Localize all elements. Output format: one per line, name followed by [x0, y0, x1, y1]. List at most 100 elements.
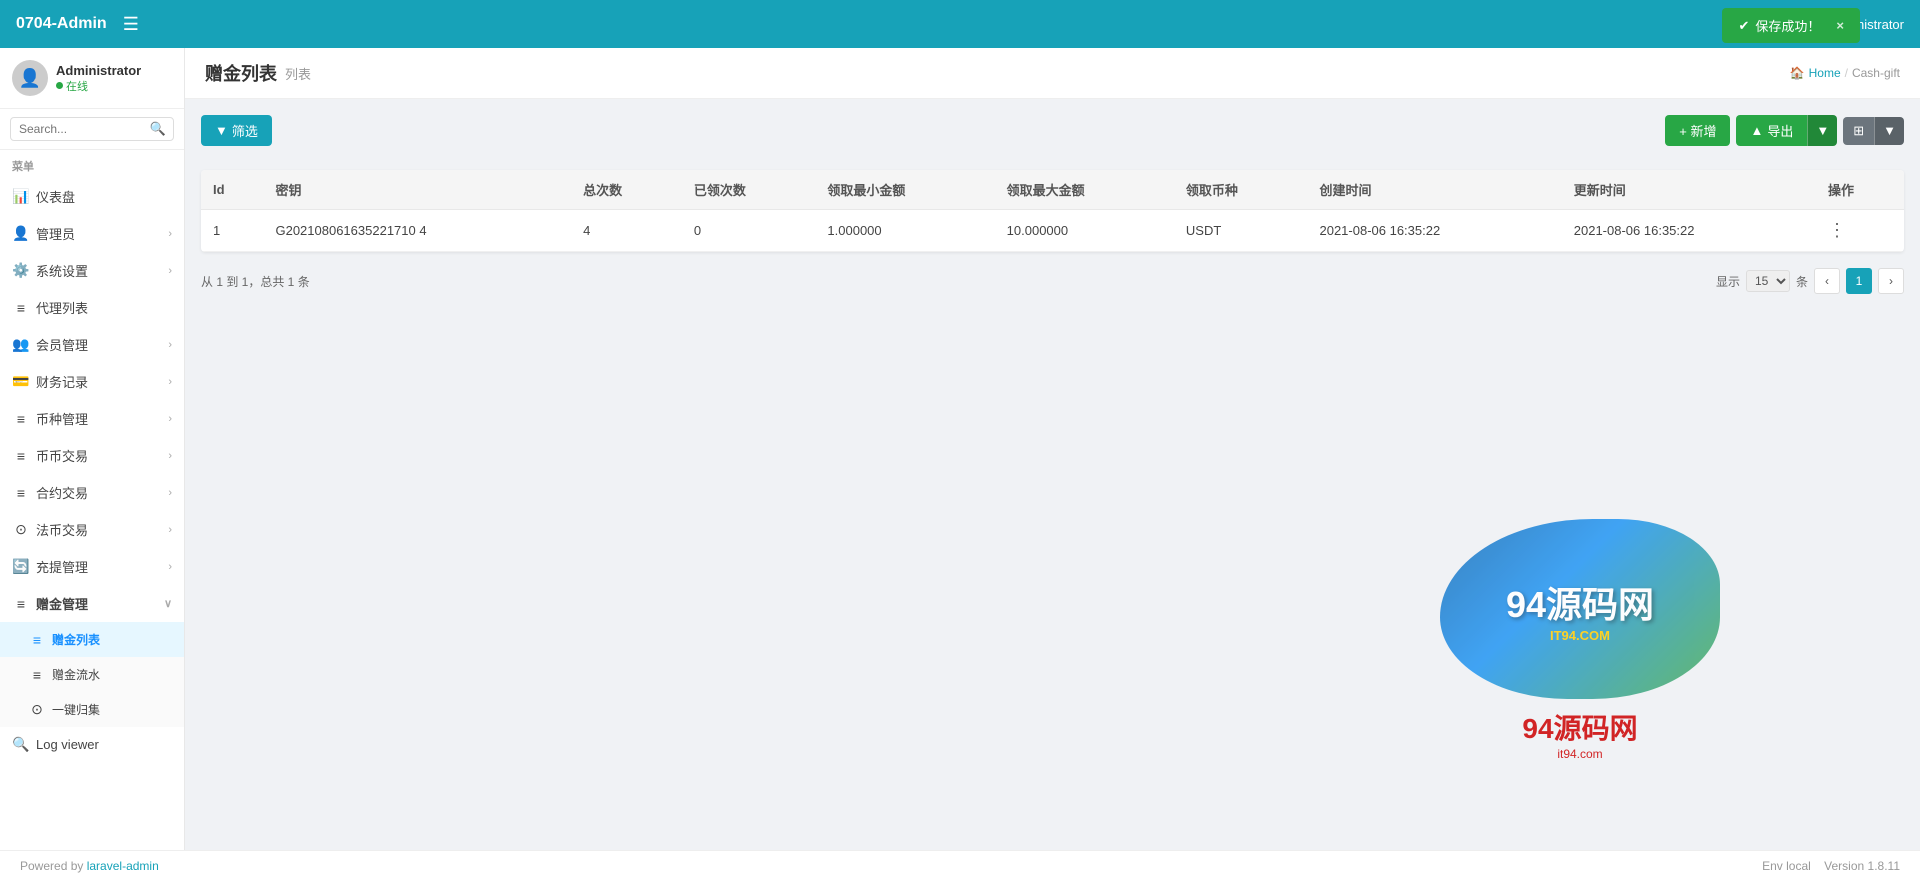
new-button[interactable]: + 新增	[1665, 115, 1730, 146]
sidebar-item-finance[interactable]: 💳 财务记录 ›	[0, 363, 184, 400]
sidebar-item-label: 充提管理	[36, 557, 88, 576]
footer: Powered by laravel-admin Env local Versi…	[0, 850, 1920, 881]
chevron-right-icon: ›	[168, 524, 172, 536]
sidebar-item-gift-flow[interactable]: ≡ 赠金流水	[0, 657, 184, 692]
main-content: 赠金列表 列表 🏠 Home / Cash-gift ▼ 筛选	[185, 48, 1920, 850]
col-claimed: 已领次数	[682, 170, 816, 210]
online-status: 在线	[56, 78, 141, 94]
breadcrumb-bar: 赠金列表 列表 🏠 Home / Cash-gift	[185, 48, 1920, 99]
filter-bar: ▼ 筛选	[201, 115, 272, 146]
sidebar-item-admin[interactable]: 👤 管理员 ›	[0, 215, 184, 252]
system-icon: ⚙️	[12, 262, 30, 279]
export-icon: ▲	[1750, 123, 1763, 138]
app-logo: 0704-Admin	[16, 15, 107, 33]
finance-icon: 💳	[12, 373, 30, 390]
content-area: ▼ 筛选 + 新增 ▲ 导出 ▼ ⊞	[185, 115, 1920, 314]
export-button[interactable]: ▲ 导出	[1736, 115, 1807, 146]
chevron-right-icon: ›	[168, 487, 172, 499]
col-created: 创建时间	[1307, 170, 1561, 210]
currency-icon: ≡	[12, 411, 30, 427]
breadcrumb-home-link[interactable]: Home	[1809, 66, 1841, 80]
next-page-button[interactable]: ›	[1878, 268, 1904, 294]
hamburger-icon[interactable]: ☰	[123, 14, 139, 35]
sidebar-item-gift[interactable]: ≡ 赠金管理 ∨	[0, 585, 184, 622]
cols-button[interactable]: ⊞	[1843, 117, 1874, 145]
cols-dropdown-button[interactable]: ▼	[1874, 117, 1904, 145]
toast-close-button[interactable]: ×	[1836, 18, 1844, 33]
prev-page-button[interactable]: ‹	[1814, 268, 1840, 294]
status-dot-icon	[56, 82, 63, 89]
cell-max-amount: 10.000000	[995, 210, 1174, 252]
search-box: 🔍	[0, 109, 184, 150]
dashboard-icon: 📊	[12, 188, 30, 205]
chevron-right-icon: ›	[168, 561, 172, 573]
fiat-icon: ⊙	[12, 521, 30, 538]
chevron-right-icon: ›	[168, 376, 172, 388]
page-title: 赠金列表	[205, 60, 277, 86]
sidebar-item-collect[interactable]: ⊙ 一键归集	[0, 692, 184, 727]
cell-action[interactable]: ⋮	[1816, 210, 1904, 252]
sidebar-item-contract[interactable]: ≡ 合约交易 ›	[0, 474, 184, 511]
sidebar-item-trade[interactable]: ≡ 币币交易 ›	[0, 437, 184, 474]
sidebar-item-label: 赠金流水	[52, 666, 100, 683]
breadcrumb-current: Cash-gift	[1852, 66, 1900, 80]
table-container: Id 密钥 总次数 已领次数 领取最小金额 领取最大金额 领取币种 创建时间 更…	[201, 170, 1904, 252]
cell-total: 4	[571, 210, 682, 252]
sidebar-item-logviewer[interactable]: 🔍 Log viewer	[0, 727, 184, 762]
col-currency: 领取币种	[1174, 170, 1308, 210]
toast-check-icon: ✔	[1738, 18, 1749, 34]
filter-button[interactable]: ▼ 筛选	[201, 115, 272, 146]
sidebar-username: Administrator	[56, 63, 141, 78]
chevron-right-icon: ›	[168, 228, 172, 240]
col-id: Id	[201, 170, 263, 210]
col-updated: 更新时间	[1562, 170, 1816, 210]
laravel-admin-link[interactable]: laravel-admin	[87, 859, 159, 873]
sidebar-item-label: 币种管理	[36, 409, 88, 428]
home-icon: 🏠	[1790, 66, 1805, 80]
sidebar: 👤 Administrator 在线 🔍 菜单 📊 仪表盘 👤	[0, 48, 185, 850]
sidebar-item-label: 管理员	[36, 224, 75, 243]
display-label: 显示	[1716, 273, 1740, 290]
table-body: 1 G202108061635221710 4 4 0 1.000000 10.…	[201, 210, 1904, 252]
sidebar-item-currency[interactable]: ≡ 币种管理 ›	[0, 400, 184, 437]
cell-currency: USDT	[1174, 210, 1308, 252]
filter-icon: ▼	[215, 123, 228, 138]
export-dropdown-button[interactable]: ▼	[1807, 115, 1837, 146]
sidebar-item-label: 合约交易	[36, 483, 88, 502]
member-icon: 👥	[12, 336, 30, 353]
pagination-info: 从 1 到 1，总共 1 条	[201, 273, 310, 290]
sidebar-item-label: 系统设置	[36, 261, 88, 280]
sidebar-item-system[interactable]: ⚙️ 系统设置 ›	[0, 252, 184, 289]
chevron-right-icon: ›	[168, 450, 172, 462]
env-label: Env local	[1762, 859, 1811, 873]
page-size-select[interactable]: 15 30 50	[1746, 270, 1790, 292]
cols-icon: ⊞	[1853, 123, 1864, 139]
breadcrumb-separator: /	[1845, 66, 1848, 80]
sidebar-section-label: 菜单	[0, 150, 184, 178]
chevron-right-icon: ›	[168, 265, 172, 277]
trade-icon: ≡	[12, 448, 30, 464]
page-1-button[interactable]: 1	[1846, 268, 1872, 294]
top-header: 0704-Admin ☰ 👤 Administrator	[0, 0, 1920, 48]
avatar: 👤	[12, 60, 48, 96]
chevron-right-icon: ›	[168, 413, 172, 425]
sidebar-item-label: 仪表盘	[36, 187, 75, 206]
toast-message: 保存成功！	[1755, 16, 1820, 35]
cols-group: ⊞ ▼	[1843, 117, 1904, 145]
cell-id: 1	[201, 210, 263, 252]
sidebar-item-label: 法币交易	[36, 520, 88, 539]
sidebar-item-label: 赠金列表	[52, 631, 100, 648]
sidebar-item-recharge[interactable]: 🔄 充提管理 ›	[0, 548, 184, 585]
sidebar-item-agent[interactable]: ≡ 代理列表	[0, 289, 184, 326]
col-total: 总次数	[571, 170, 682, 210]
sidebar-item-dashboard[interactable]: 📊 仪表盘	[0, 178, 184, 215]
cell-created: 2021-08-06 16:35:22	[1307, 210, 1561, 252]
toolbar: + 新增 ▲ 导出 ▼ ⊞ ▼	[1665, 115, 1904, 146]
sidebar-item-fiat[interactable]: ⊙ 法币交易 ›	[0, 511, 184, 548]
pagination-bar: 从 1 到 1，总共 1 条 显示 15 30 50 条 ‹ 1 ›	[201, 264, 1904, 298]
action-menu-icon[interactable]: ⋮	[1828, 220, 1846, 240]
sidebar-item-gift-list[interactable]: ≡ 赠金列表	[0, 622, 184, 657]
sidebar-item-member[interactable]: 👥 会员管理 ›	[0, 326, 184, 363]
col-action: 操作	[1816, 170, 1904, 210]
version-label: Version 1.8.11	[1824, 859, 1900, 873]
